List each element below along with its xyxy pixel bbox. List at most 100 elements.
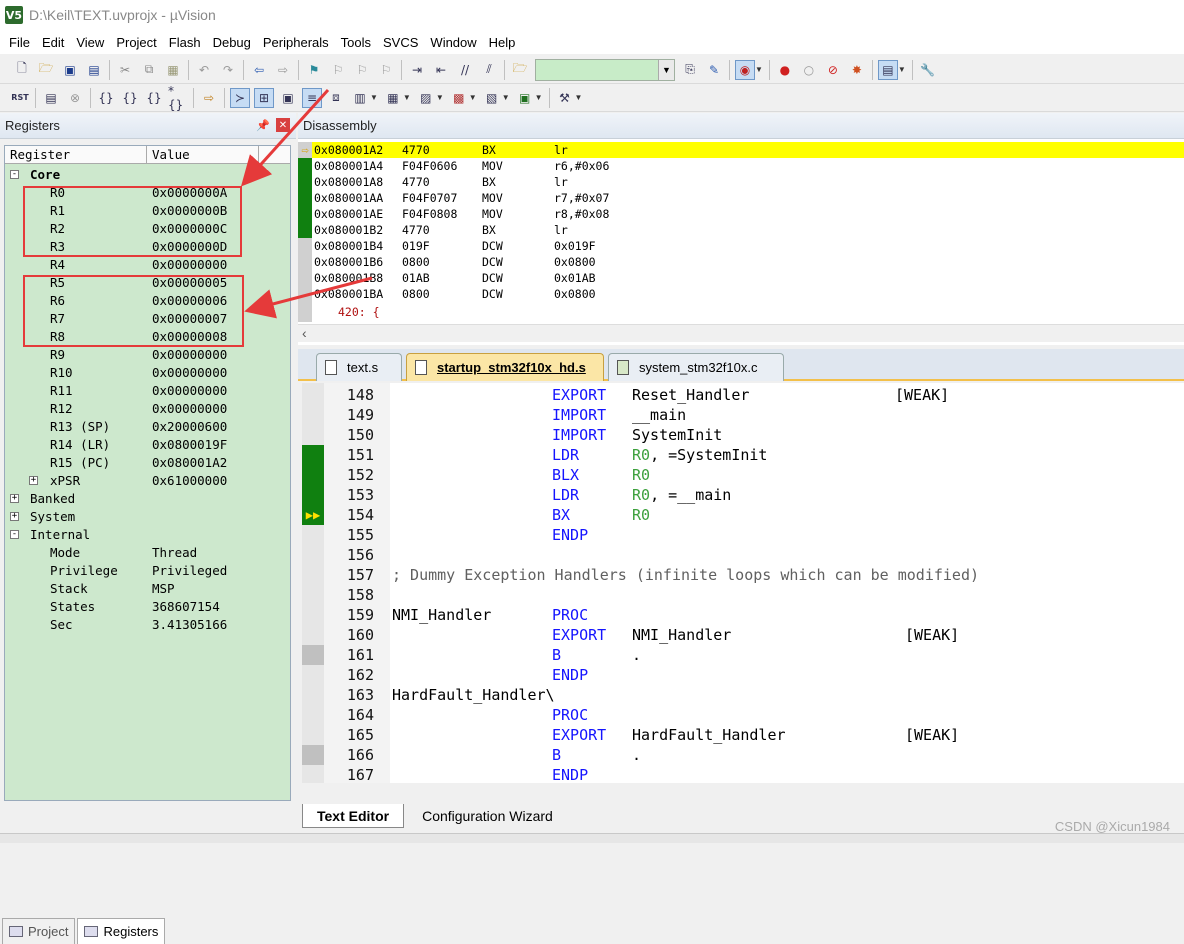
menu-svcs[interactable]: SVCS: [377, 35, 424, 50]
toolbox-icon[interactable]: ⚒: [555, 88, 575, 108]
paste-icon[interactable]: ▦: [163, 60, 183, 80]
disable-all-breakpoints-icon[interactable]: ⊘: [823, 60, 843, 80]
prev-bookmark-icon[interactable]: ⚐: [328, 60, 348, 80]
close-icon[interactable]: ✕: [276, 118, 290, 132]
menu-peripherals[interactable]: Peripherals: [257, 35, 335, 50]
kill-breakpoints-icon[interactable]: ✸: [847, 60, 867, 80]
code-editor[interactable]: 148 EXPORT Reset_Handler [WEAK] 149 IMPORT __m…: [302, 383, 1184, 783]
disassembly-listing[interactable]: ⇨ 0x080001A2 4770 BX lr 0x080001A4 F04F0606 MOV…: [298, 142, 1184, 322]
register-row[interactable]: + xPSR 0x61000000: [5, 472, 285, 490]
register-row[interactable]: + System: [5, 508, 285, 526]
system-viewer-icon[interactable]: ▣: [515, 88, 535, 108]
register-value[interactable]: 0x61000000: [152, 472, 227, 490]
file-tab-startup[interactable]: startup_stm32f10x_hd.s: [406, 353, 604, 381]
bookmark-icon[interactable]: ⚑: [304, 60, 324, 80]
find-icon[interactable]: ⎘: [680, 60, 700, 80]
collapse-icon[interactable]: -: [10, 170, 19, 179]
register-value[interactable]: 0x20000600: [152, 418, 227, 436]
collapse-icon[interactable]: -: [10, 530, 19, 539]
chevron-down-icon[interactable]: ▼: [658, 59, 674, 80]
comment-icon[interactable]: //: [455, 60, 475, 80]
register-value[interactable]: MSP: [152, 580, 175, 598]
code-line[interactable]: 152 BLX R0: [302, 465, 1184, 485]
register-value[interactable]: 0x00000000: [152, 256, 227, 274]
run-to-cursor-icon[interactable]: *{}: [168, 84, 188, 112]
code-line[interactable]: 153 LDR R0, =__main: [302, 485, 1184, 505]
memory-window-icon[interactable]: ▦: [383, 88, 403, 108]
nav-back-icon[interactable]: ⇦: [249, 60, 269, 80]
register-value[interactable]: 0x00000000: [152, 364, 227, 382]
column-header-register[interactable]: Register: [5, 146, 147, 163]
nav-forward-icon[interactable]: ⇨: [273, 60, 293, 80]
register-row[interactable]: R13 (SP) 0x20000600: [5, 418, 285, 436]
file-tab-text-s[interactable]: text.s: [316, 353, 402, 381]
register-row[interactable]: R10 0x00000000: [5, 364, 285, 382]
menu-window[interactable]: Window: [424, 35, 482, 50]
disassembly-window-icon[interactable]: ⊞: [254, 87, 274, 108]
tab-configuration-wizard[interactable]: Configuration Wizard: [408, 804, 567, 828]
register-row[interactable]: + Banked: [5, 490, 285, 508]
code-line[interactable]: 150 IMPORT SystemInit: [302, 425, 1184, 445]
code-line[interactable]: 161 B.: [302, 645, 1184, 665]
register-row[interactable]: - Core: [5, 166, 285, 184]
register-value[interactable]: 0x00000000: [152, 346, 227, 364]
new-file-icon[interactable]: 🗋: [12, 60, 32, 80]
disable-breakpoint-icon[interactable]: ○: [799, 60, 819, 80]
menu-file[interactable]: File: [3, 35, 36, 50]
breakpoint-icon[interactable]: ●: [775, 60, 795, 80]
reset-icon[interactable]: RST: [10, 88, 30, 108]
code-line[interactable]: ▶▶ 154 BX R0: [302, 505, 1184, 525]
window-layout-icon[interactable]: ▤: [877, 59, 898, 80]
code-line[interactable]: 159 NMI_Handler PROC: [302, 605, 1184, 625]
code-line[interactable]: 148 EXPORT Reset_Handler [WEAK]: [302, 385, 1184, 405]
show-next-statement-icon[interactable]: ⇨: [199, 88, 219, 108]
incremental-find-icon[interactable]: ✎: [704, 60, 724, 80]
cut-icon[interactable]: ✂: [115, 60, 135, 80]
register-row[interactable]: R9 0x00000000: [5, 346, 285, 364]
step-into-icon[interactable]: {}: [96, 88, 116, 108]
trace-window-icon[interactable]: ▧: [482, 88, 502, 108]
register-row[interactable]: R4 0x00000000: [5, 256, 285, 274]
step-out-icon[interactable]: {}: [144, 88, 164, 108]
redo-icon[interactable]: ↷: [218, 60, 238, 80]
menu-project[interactable]: Project: [110, 35, 162, 50]
code-line[interactable]: 166 B.: [302, 745, 1184, 765]
register-value[interactable]: 0x080001A2: [152, 454, 227, 472]
register-value[interactable]: 0x00000000: [152, 400, 227, 418]
indent-icon[interactable]: ⇥: [407, 60, 427, 80]
register-row[interactable]: - Internal: [5, 526, 285, 544]
symbols-window-icon[interactable]: ▣: [278, 88, 298, 108]
copy-icon[interactable]: ⧉: [139, 60, 159, 80]
open-file-icon[interactable]: 🗁: [36, 60, 56, 80]
register-row[interactable]: R12 0x00000000: [5, 400, 285, 418]
unindent-icon[interactable]: ⇤: [431, 60, 451, 80]
register-value[interactable]: Thread: [152, 544, 197, 562]
scroll-left-icon[interactable]: ‹: [302, 325, 307, 341]
tab-registers[interactable]: Registers: [77, 918, 166, 944]
run-icon[interactable]: ▤: [41, 88, 61, 108]
menu-help[interactable]: Help: [483, 35, 522, 50]
step-over-icon[interactable]: {}: [120, 88, 140, 108]
menu-tools[interactable]: Tools: [335, 35, 377, 50]
code-line[interactable]: 149 IMPORT __main: [302, 405, 1184, 425]
register-row[interactable]: States 368607154: [5, 598, 285, 616]
code-line[interactable]: 162 ENDP: [302, 665, 1184, 685]
register-row[interactable]: Sec 3.41305166: [5, 616, 285, 634]
code-line[interactable]: 156: [302, 545, 1184, 565]
menu-edit[interactable]: Edit: [36, 35, 70, 50]
stop-icon[interactable]: ⊗: [65, 88, 85, 108]
tab-text-editor[interactable]: Text Editor: [302, 804, 405, 828]
code-line[interactable]: 164 PROC: [302, 705, 1184, 725]
save-icon[interactable]: ▣: [60, 60, 80, 80]
code-line[interactable]: 151 LDR R0, =SystemInit: [302, 445, 1184, 465]
register-value[interactable]: 368607154: [152, 598, 220, 616]
register-value[interactable]: Privileged: [152, 562, 227, 580]
register-row[interactable]: Privilege Privileged: [5, 562, 285, 580]
code-line[interactable]: 158: [302, 585, 1184, 605]
find-combo[interactable]: ▼: [535, 58, 675, 81]
disassembly-horizontal-scrollbar[interactable]: ‹: [298, 324, 1184, 342]
serial-window-icon[interactable]: ▨: [416, 88, 436, 108]
register-row[interactable]: Stack MSP: [5, 580, 285, 598]
pin-icon[interactable]: 📌: [256, 119, 270, 132]
menu-view[interactable]: View: [70, 35, 110, 50]
